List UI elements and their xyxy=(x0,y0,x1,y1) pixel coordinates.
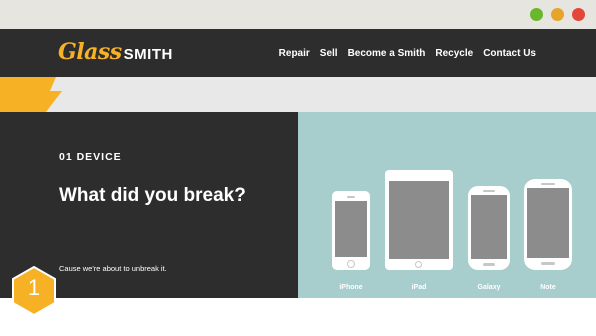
device-label-ipad[interactable]: iPad xyxy=(389,284,449,291)
speaker-icon xyxy=(483,190,495,192)
speaker-icon xyxy=(347,196,355,198)
speaker-icon xyxy=(541,183,555,185)
device-screen xyxy=(527,188,569,258)
page-footer-space xyxy=(0,298,596,336)
home-button-icon xyxy=(541,262,555,265)
device-label-note[interactable]: Note xyxy=(518,284,578,291)
device-label-galaxy[interactable]: Galaxy xyxy=(459,284,519,291)
step-number-badge: 1 xyxy=(12,266,56,316)
maximize-button[interactable] xyxy=(530,8,543,21)
nav-contact-us-link[interactable]: Contact Us xyxy=(483,48,536,59)
step-label: 01 DEVICE xyxy=(59,151,122,163)
nav-recycle-link[interactable]: Recycle xyxy=(435,48,473,59)
browser-window: Glass SMITH Repair Sell Become a Smith R… xyxy=(0,0,596,336)
device-screen xyxy=(335,201,367,257)
window-titlebar xyxy=(0,0,596,29)
logo-glass-text: Glass xyxy=(58,39,122,65)
home-button-icon xyxy=(347,260,355,268)
badge-number: 1 xyxy=(27,275,41,300)
close-button[interactable] xyxy=(572,8,585,21)
nav-become-a-smith-link[interactable]: Become a Smith xyxy=(348,48,426,59)
device-selector-panel: iPhone iPad Galaxy Note xyxy=(298,112,596,298)
device-screen xyxy=(389,181,449,259)
lightning-bolt-icon xyxy=(0,77,62,112)
device-option-note[interactable] xyxy=(524,179,572,270)
glasssmith-logo[interactable]: Glass SMITH xyxy=(58,34,173,70)
page-headline: What did you break? xyxy=(59,185,246,206)
nav-repair-link[interactable]: Repair xyxy=(279,48,310,59)
minimize-button[interactable] xyxy=(551,8,564,21)
home-button-icon xyxy=(483,263,495,266)
home-button-icon xyxy=(415,261,422,268)
main-nav: Repair Sell Become a Smith Recycle Conta… xyxy=(279,29,536,77)
site-header: Glass SMITH Repair Sell Become a Smith R… xyxy=(0,29,596,77)
device-label-iphone[interactable]: iPhone xyxy=(321,284,381,291)
device-option-iphone[interactable] xyxy=(332,191,370,270)
device-option-galaxy[interactable] xyxy=(468,186,510,270)
logo-smith-text: SMITH xyxy=(123,45,173,63)
device-option-ipad[interactable] xyxy=(385,170,453,270)
decorative-stripe xyxy=(0,77,596,112)
device-screen xyxy=(471,195,507,259)
nav-sell-link[interactable]: Sell xyxy=(320,48,338,59)
tagline-text: Cause we're about to unbreak it. xyxy=(59,264,167,273)
